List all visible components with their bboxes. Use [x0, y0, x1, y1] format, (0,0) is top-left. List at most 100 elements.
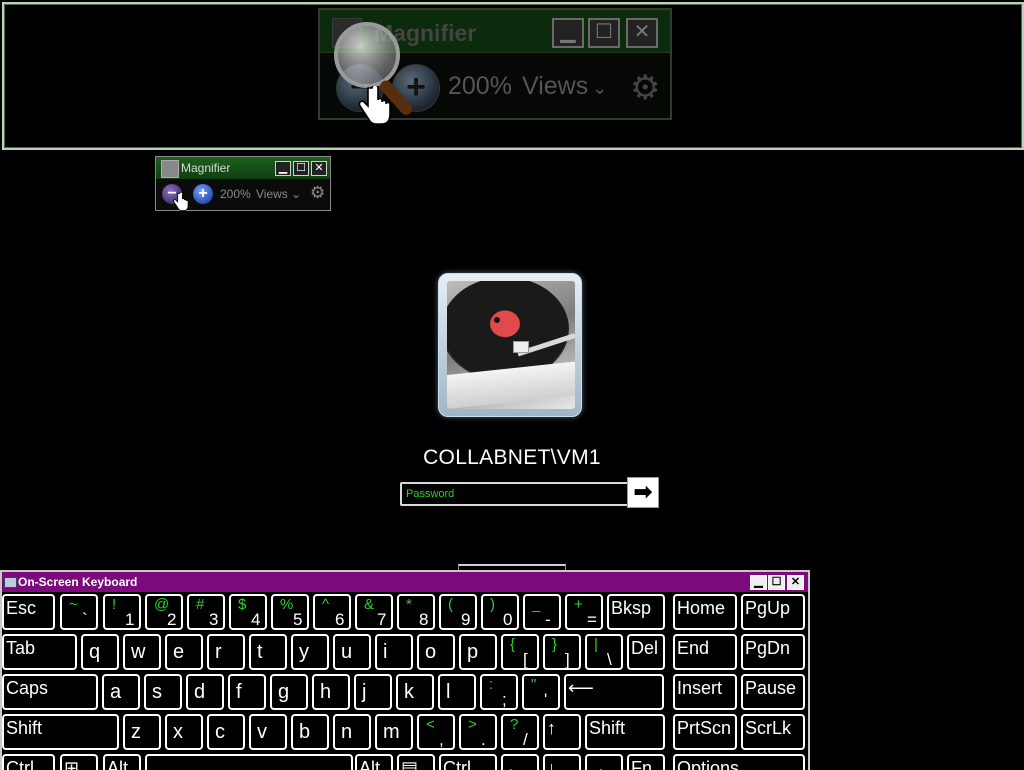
key[interactable]: ) 0	[481, 594, 519, 630]
key[interactable]: }]	[543, 634, 581, 670]
key[interactable]: i	[375, 634, 413, 670]
key-label: ▤	[401, 758, 419, 770]
key[interactable]: v	[249, 714, 287, 750]
minimize-icon[interactable]: ▁	[275, 161, 291, 176]
password-field[interactable]	[400, 482, 629, 506]
key[interactable]: Shift	[2, 714, 119, 750]
key[interactable]: {[	[501, 634, 539, 670]
chevron-down-icon: ⌄	[291, 187, 302, 201]
key-label: [	[523, 650, 528, 669]
views-dropdown[interactable]: Views ⌄	[256, 187, 301, 201]
key[interactable]: Esc	[2, 594, 55, 630]
key-label: m	[383, 721, 400, 743]
key[interactable]: Del	[627, 634, 665, 670]
key[interactable]: a	[102, 674, 140, 710]
key-label: .	[481, 730, 486, 749]
key[interactable]: * 8	[397, 594, 435, 630]
close-icon[interactable]: ✕	[311, 161, 327, 176]
key[interactable]: End	[673, 634, 737, 670]
gear-icon[interactable]: ⚙	[310, 183, 325, 203]
key[interactable]: m	[375, 714, 413, 750]
key[interactable]: w	[123, 634, 161, 670]
user-tile[interactable]	[438, 273, 582, 417]
key-label: 4	[251, 610, 261, 629]
key[interactable]: ^ 6	[313, 594, 351, 630]
on-screen-keyboard: On-Screen Keyboard ▁ ☐ ✕ Esc ~ `! 1 @2 #3 $4% 5…	[0, 570, 810, 770]
key[interactable]: u	[333, 634, 371, 670]
key[interactable]: PgUp	[741, 594, 805, 630]
key[interactable]: p	[459, 634, 497, 670]
key-label: \	[607, 650, 612, 669]
key[interactable]: s	[144, 674, 182, 710]
key[interactable]: Shift	[585, 714, 665, 750]
key[interactable]: l	[438, 674, 476, 710]
keyboard-title: On-Screen Keyboard	[18, 575, 138, 589]
key[interactable]: Caps	[2, 674, 98, 710]
key-label: ↑	[547, 718, 556, 738]
key[interactable]: " '	[522, 674, 560, 710]
key[interactable]: r	[207, 634, 245, 670]
key[interactable]: (9	[439, 594, 477, 630]
key[interactable]: _ -	[523, 594, 561, 630]
key[interactable]: ScrLk	[741, 714, 805, 750]
maximize-icon[interactable]: ☐	[768, 575, 785, 590]
key[interactable]: Pause	[741, 674, 805, 710]
key[interactable]: :;	[480, 674, 518, 710]
key-label: Bksp	[611, 598, 652, 618]
magnifier-title-bar[interactable]: Magnifier ▁ ☐ ✕	[156, 157, 330, 179]
key[interactable]: g	[270, 674, 308, 710]
key[interactable]: <,	[417, 714, 455, 750]
magnified-minimize-icon: ▁	[552, 18, 584, 48]
close-icon[interactable]: ✕	[787, 575, 804, 590]
key[interactable]: Tab	[2, 634, 77, 670]
key-label: Alt	[107, 758, 129, 770]
key-label: l	[446, 681, 451, 703]
key[interactable]: PgDn	[741, 634, 805, 670]
key[interactable]: $4	[229, 594, 267, 630]
key[interactable]: ~ `	[60, 594, 98, 630]
key[interactable]: @2	[145, 594, 183, 630]
key[interactable]: q	[81, 634, 119, 670]
key[interactable]: % 5	[271, 594, 309, 630]
key[interactable]: o	[417, 634, 455, 670]
key-label: =	[587, 610, 597, 629]
key[interactable]: ? /	[501, 714, 539, 750]
key[interactable]: d	[186, 674, 224, 710]
key-label: Alt	[359, 758, 381, 770]
maximize-icon[interactable]: ☐	[293, 161, 309, 176]
key[interactable]: b	[291, 714, 329, 750]
keyboard-title-bar[interactable]: On-Screen Keyboard ▁ ☐ ✕	[2, 572, 808, 592]
key[interactable]: PrtScn	[673, 714, 737, 750]
key[interactable]: f	[228, 674, 266, 710]
key[interactable]: h	[312, 674, 350, 710]
key-label: p	[467, 641, 479, 663]
key[interactable]: c	[207, 714, 245, 750]
key[interactable]: Home	[673, 594, 737, 630]
key[interactable]: t	[249, 634, 287, 670]
key[interactable]: >.	[459, 714, 497, 750]
key[interactable]: ↑	[543, 714, 581, 750]
key[interactable]: k	[396, 674, 434, 710]
key[interactable]: j	[354, 674, 392, 710]
key[interactable]: y	[291, 634, 329, 670]
key[interactable]: z	[123, 714, 161, 750]
key[interactable]: ⟵	[564, 674, 664, 710]
key-label: Tab	[6, 638, 36, 658]
zoom-in-button[interactable]: +	[193, 184, 213, 204]
key[interactable]: Insert	[673, 674, 737, 710]
key[interactable]: & 7	[355, 594, 393, 630]
key-label: ,	[439, 730, 444, 749]
key-label: j	[362, 681, 367, 703]
key[interactable]: ! 1	[103, 594, 141, 630]
key-label: h	[320, 681, 332, 703]
key[interactable]: Bksp	[607, 594, 665, 630]
submit-arrow-button[interactable]: ➡	[627, 477, 659, 508]
key[interactable]: e	[165, 634, 203, 670]
key[interactable]: x	[165, 714, 203, 750]
key[interactable]: n	[333, 714, 371, 750]
key[interactable]: #3	[187, 594, 225, 630]
key[interactable]: + =	[565, 594, 603, 630]
minimize-icon[interactable]: ▁	[750, 575, 767, 590]
key[interactable]: | \	[585, 634, 623, 670]
key-shift-label: >	[468, 716, 477, 733]
